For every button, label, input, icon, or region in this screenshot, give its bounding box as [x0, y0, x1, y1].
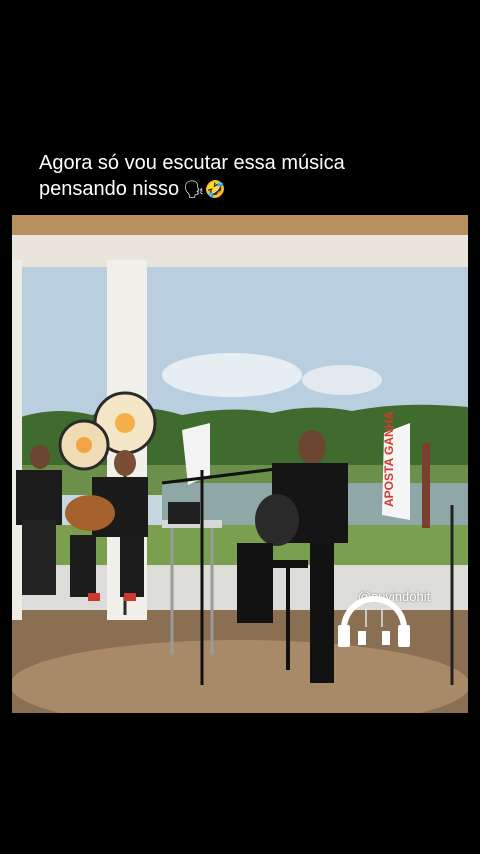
- caption-line-2-text: pensando nisso: [39, 178, 180, 200]
- headphones-icon: [338, 596, 410, 647]
- caption-text: Agora só vou escutar essa música pensand…: [39, 150, 459, 203]
- caption-emojis: 🗣🤣: [183, 180, 226, 200]
- video-player[interactable]: APOSTA GANHA @ouvindohit: [12, 215, 468, 713]
- banner-text: APOSTA GANHA: [382, 411, 396, 507]
- caption-line-1: Agora só vou escutar essa música: [39, 152, 345, 174]
- caption-line-2: pensando nisso 🗣🤣: [39, 176, 459, 203]
- watermark: @ouvindohit: [334, 585, 454, 647]
